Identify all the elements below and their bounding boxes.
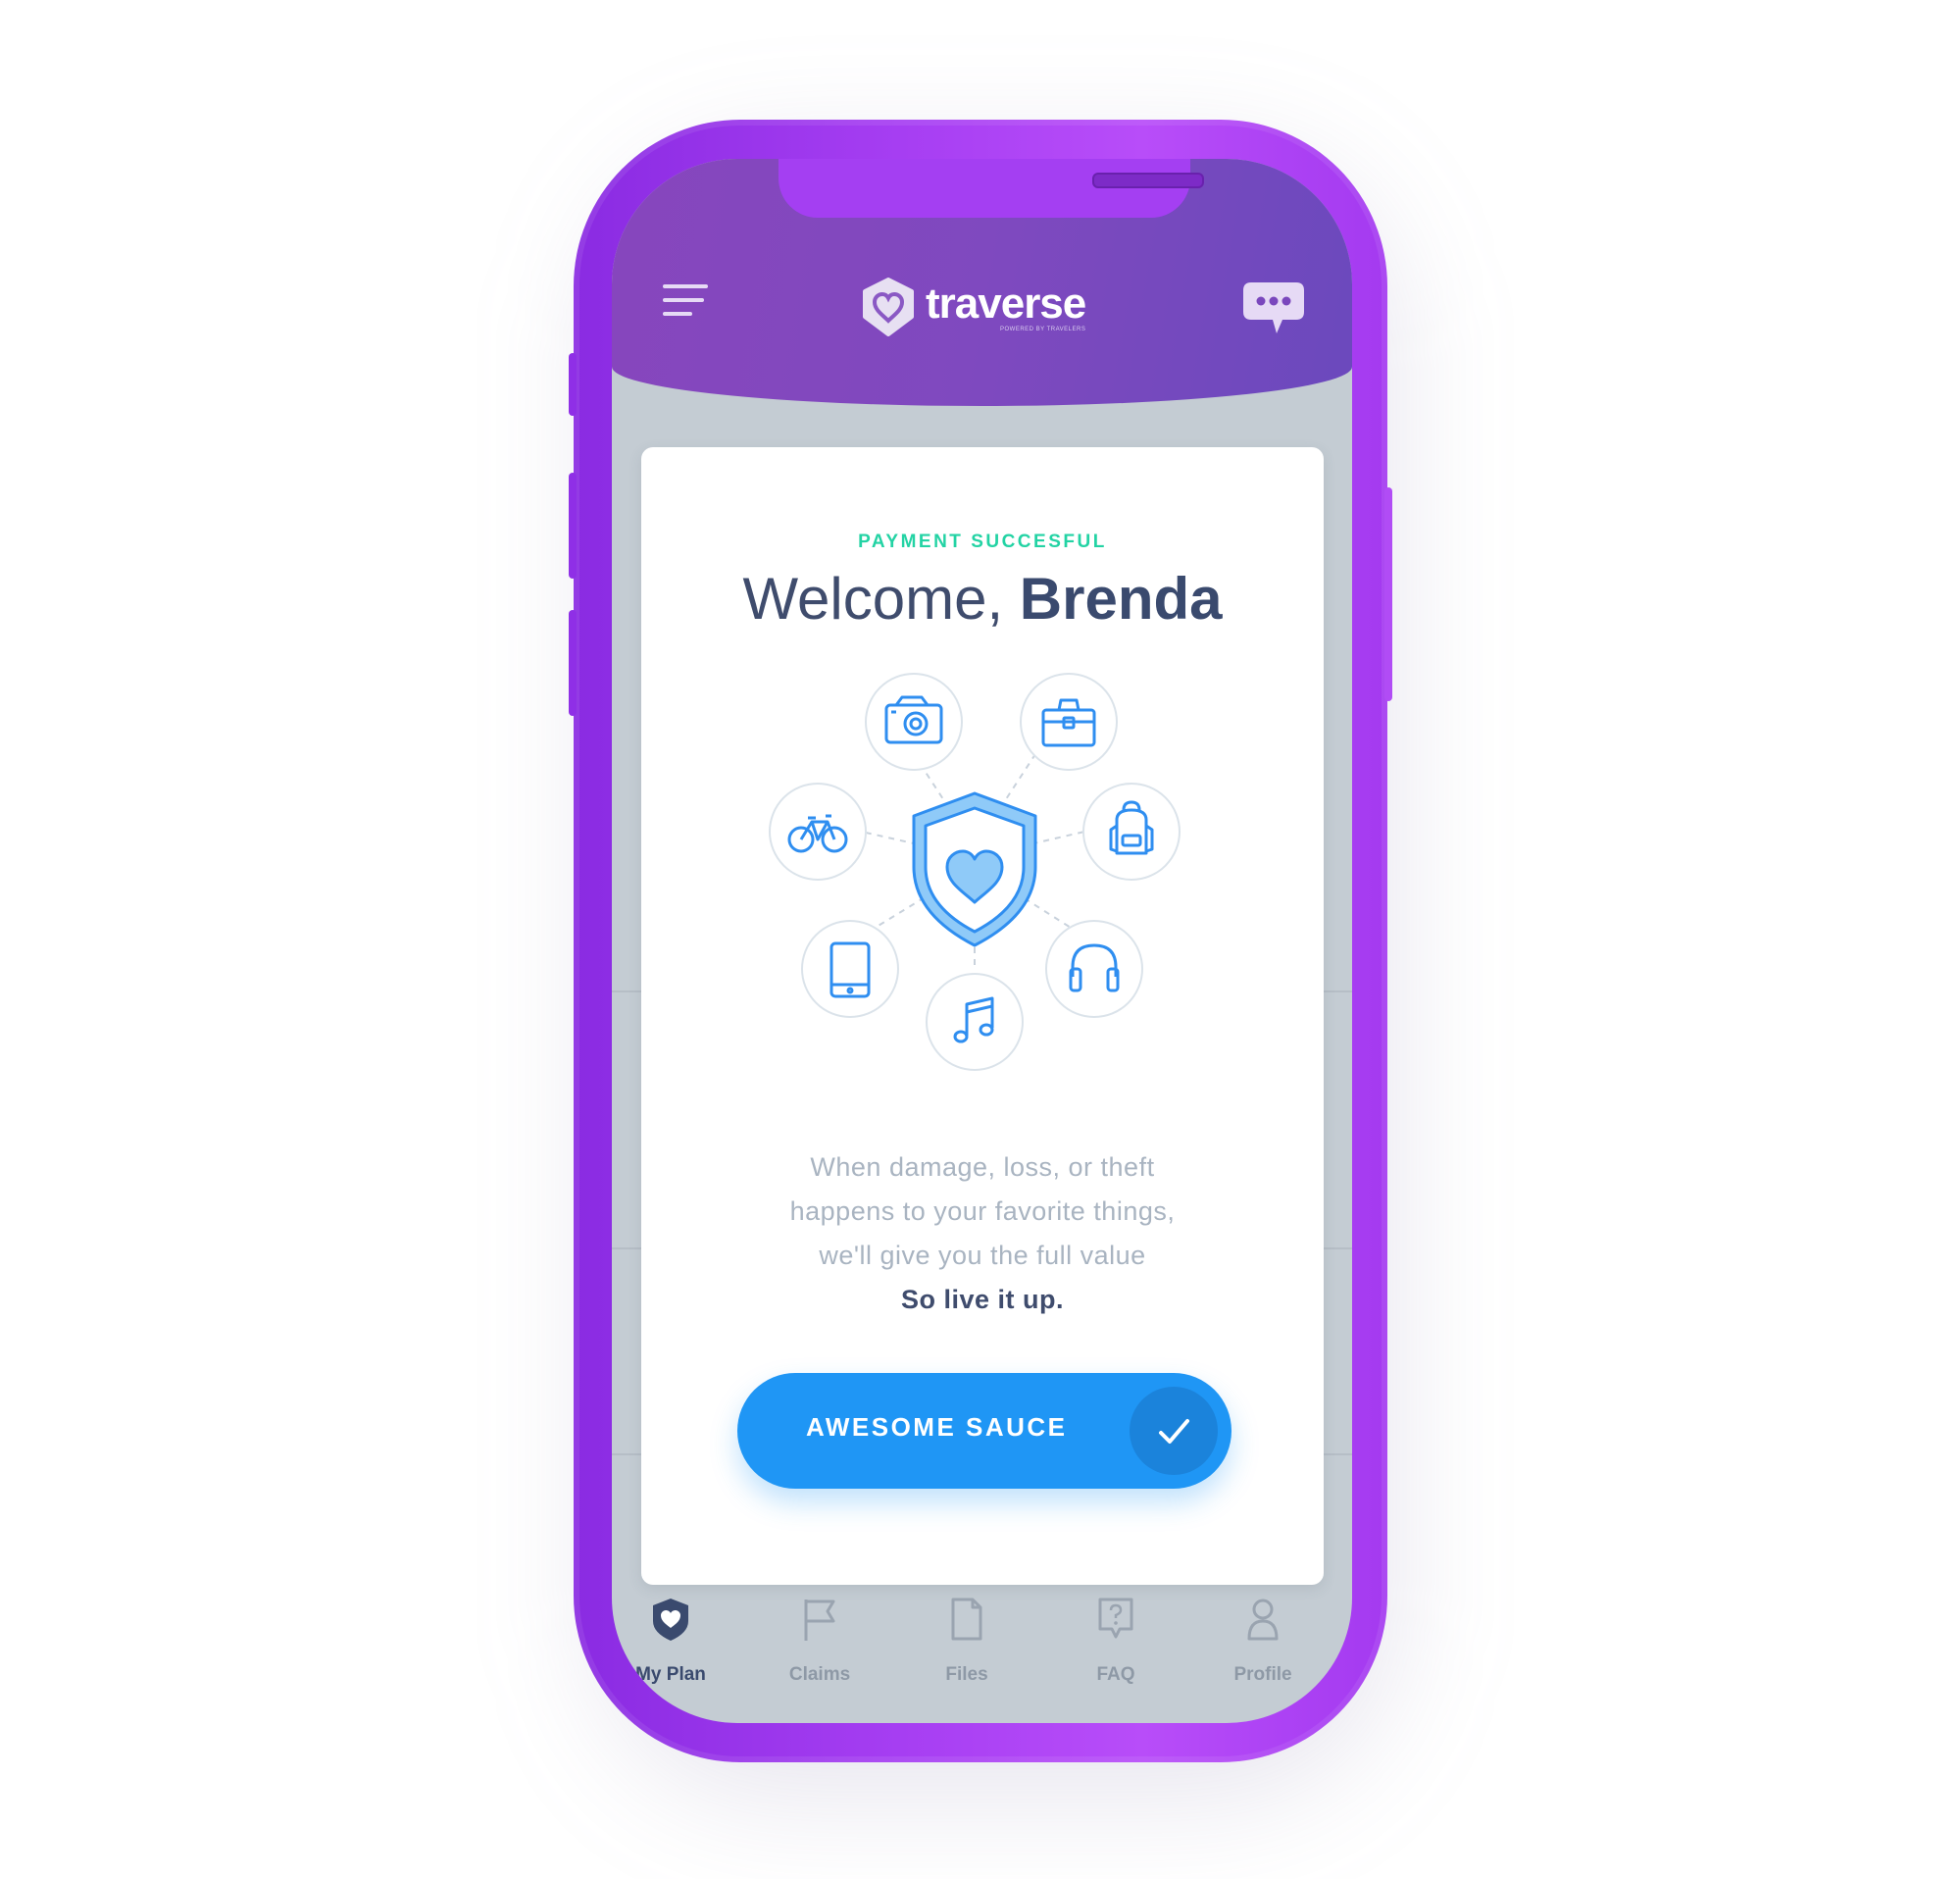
tab-profile[interactable]: Profile (1204, 1596, 1322, 1703)
description-line: When damage, loss, or theft (810, 1152, 1155, 1182)
coverage-illustration (769, 673, 1181, 1071)
hamburger-menu-button[interactable] (663, 282, 710, 322)
mute-switch (569, 353, 577, 416)
cta-label: AWESOME SAUCE (806, 1412, 1068, 1442)
brand-tagline: POWERED BY TRAVELERS (1000, 327, 1086, 332)
backpack-icon (1082, 783, 1181, 881)
tab-my-plan[interactable]: My Plan (612, 1596, 729, 1703)
menu-bar (663, 284, 708, 288)
chat-button[interactable] (1239, 279, 1308, 339)
tab-label: FAQ (1096, 1664, 1135, 1685)
person-icon (1247, 1599, 1279, 1641)
file-icon (951, 1598, 982, 1641)
speaker-grille (1092, 173, 1204, 188)
coverage-description: When damage, loss, or theft happens to y… (641, 1145, 1324, 1322)
shield-heart-icon (653, 1599, 688, 1641)
tab-label: My Plan (635, 1664, 706, 1685)
brand-name: traverse (926, 279, 1086, 328)
volume-up-button (569, 473, 577, 579)
menu-bar (663, 312, 692, 316)
app-header: traverse POWERED BY TRAVELERS (612, 159, 1352, 406)
greeting-text: Welcome, (742, 566, 1004, 632)
music-note-icon (926, 973, 1024, 1071)
awesome-sauce-button[interactable]: AWESOME SAUCE (737, 1373, 1231, 1489)
welcome-card: PAYMENT SUCCESFUL Welcome, Brenda When d… (641, 447, 1324, 1585)
tab-label: Profile (1233, 1664, 1292, 1685)
traverse-logo: traverse POWERED BY TRAVELERS (861, 278, 1116, 336)
headphones-icon (1045, 920, 1143, 1018)
flag-icon (804, 1600, 835, 1641)
tab-claims[interactable]: Claims (761, 1596, 879, 1703)
bottom-tab-bar: My Plan Claims Files FAQ Profile (612, 1596, 1352, 1723)
shield-heart-logo-icon (863, 278, 914, 336)
user-name: Brenda (1019, 566, 1223, 632)
payment-status-label: PAYMENT SUCCESFUL (858, 532, 1107, 552)
briefcase-icon (1020, 673, 1118, 771)
tab-label: Claims (788, 1664, 851, 1685)
description-line: we'll give you the full value (819, 1241, 1146, 1270)
tab-faq[interactable]: FAQ (1057, 1596, 1175, 1703)
description-line: happens to your favorite things, (789, 1196, 1176, 1226)
volume-down-button (569, 610, 577, 716)
camera-icon (865, 673, 963, 771)
tablet-icon (801, 920, 899, 1018)
checkmark-icon (1159, 1419, 1189, 1444)
tab-label: Files (945, 1664, 988, 1685)
menu-bar (663, 298, 704, 302)
question-bubble-icon (1098, 1598, 1133, 1639)
notch (779, 159, 1204, 218)
shield-heart-icon (912, 791, 1037, 947)
welcome-heading: Welcome, Brenda (641, 565, 1324, 633)
chat-bubble-icon (1243, 282, 1304, 333)
checkmark-badge (1130, 1387, 1218, 1475)
phone-screen: traverse POWERED BY TRAVELERS PAYMENT SU… (612, 159, 1352, 1723)
power-button (1384, 487, 1392, 701)
tagline: So live it up. (900, 1285, 1065, 1314)
tab-files[interactable]: Files (908, 1596, 1026, 1703)
bicycle-icon (769, 783, 867, 881)
